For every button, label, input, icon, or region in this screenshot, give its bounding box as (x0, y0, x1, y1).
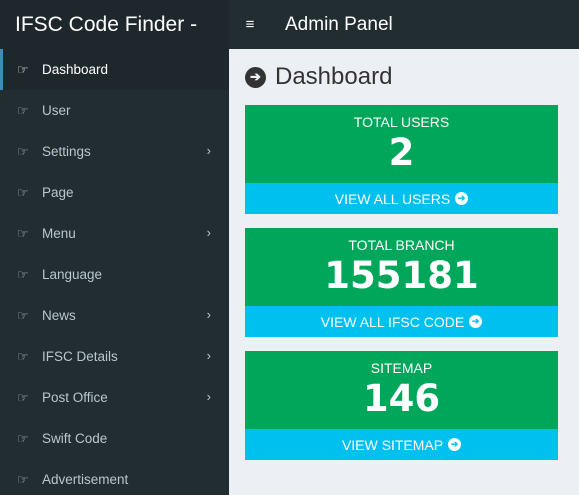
sidebar-item-label: Advertisement (42, 472, 129, 487)
chevron-right-icon: › (206, 307, 211, 322)
arrow-circle-right-icon: ➔ (448, 438, 462, 451)
card-link-label: VIEW ALL IFSC CODE (320, 313, 465, 330)
sidebar-item-advertisement[interactable]: ☞ Advertisement (0, 459, 229, 495)
sidebar-item-settings[interactable]: ☞ Settings › (0, 131, 229, 172)
arrow-circle-right-icon: ➔ (455, 192, 469, 205)
main-content: ➔ Dashboard TOTAL USERS 2 VIEW ALL USERS… (229, 49, 579, 495)
card-label: TOTAL USERS (353, 114, 450, 130)
hand-pointer-icon: ☞ (17, 266, 29, 282)
hand-pointer-icon: ☞ (17, 389, 29, 405)
card-value: 146 (362, 377, 441, 420)
sidebar-item-label: Menu (42, 226, 76, 241)
total-users-card: TOTAL USERS 2 VIEW ALL USERS ➔ (245, 105, 558, 214)
hand-pointer-icon: ☞ (17, 430, 29, 446)
sidebar-item-label: IFSC Details (42, 349, 118, 364)
sidebar-item-page[interactable]: ☞ Page (0, 172, 229, 213)
sidebar: ☞ Dashboard ☞ User ☞ Settings › ☞ Page ☞… (0, 49, 229, 495)
sidebar-item-user[interactable]: ☞ User (0, 90, 229, 131)
sidebar-item-news[interactable]: ☞ News › (0, 295, 229, 336)
sidebar-item-swift-code[interactable]: ☞ Swift Code (0, 418, 229, 459)
hand-pointer-icon: ☞ (17, 307, 29, 323)
view-all-ifsc-code-link[interactable]: VIEW ALL IFSC CODE ➔ (245, 306, 558, 337)
arrow-circle-right-icon: ➔ (469, 315, 483, 328)
top-navbar: IFSC Code Finder - ≡ Admin Panel (0, 0, 579, 49)
sidebar-item-label: Settings (42, 144, 91, 159)
hand-pointer-icon: ☞ (17, 184, 29, 200)
sitemap-card: SITEMAP 146 VIEW SITEMAP ➔ (245, 351, 558, 460)
card-value: 155181 (324, 254, 479, 297)
panel-title: Admin Panel (285, 13, 393, 35)
hamburger-icon: ≡ (245, 16, 255, 33)
card-link-label: VIEW SITEMAP (341, 436, 444, 453)
page-title: Dashboard (275, 63, 393, 90)
chevron-right-icon: › (206, 143, 211, 158)
card-label: TOTAL BRANCH (348, 237, 455, 253)
card-body: SITEMAP 146 (245, 351, 558, 429)
hand-pointer-icon: ☞ (17, 61, 29, 77)
sidebar-item-label: User (42, 103, 71, 118)
sidebar-item-language[interactable]: ☞ Language (0, 254, 229, 295)
chevron-right-icon: › (206, 348, 211, 363)
arrow-circle-right-icon: ➔ (245, 66, 266, 88)
sidebar-item-label: Language (42, 267, 103, 282)
hand-pointer-icon: ☞ (17, 471, 29, 487)
hand-pointer-icon: ☞ (17, 348, 29, 364)
card-body: TOTAL USERS 2 (245, 105, 558, 183)
hand-pointer-icon: ☞ (17, 225, 29, 241)
sidebar-item-label: Swift Code (42, 431, 108, 446)
total-branch-card: TOTAL BRANCH 155181 VIEW ALL IFSC CODE ➔ (245, 228, 558, 337)
view-sitemap-link[interactable]: VIEW SITEMAP ➔ (245, 429, 558, 460)
sidebar-item-ifsc-details[interactable]: ☞ IFSC Details › (0, 336, 229, 377)
sidebar-item-dashboard[interactable]: ☞ Dashboard (0, 49, 229, 90)
sidebar-item-label: Post Office (42, 390, 108, 405)
sidebar-item-label: News (42, 308, 76, 323)
card-value: 2 (388, 131, 415, 174)
hand-pointer-icon: ☞ (17, 143, 29, 159)
hand-pointer-icon: ☞ (17, 102, 29, 118)
sidebar-item-label: Page (42, 185, 74, 200)
card-link-label: VIEW ALL USERS (334, 190, 451, 207)
sidebar-item-label: Dashboard (42, 62, 109, 77)
chevron-right-icon: › (206, 225, 211, 240)
brand-logo[interactable]: IFSC Code Finder - (0, 0, 229, 49)
page-header: ➔ Dashboard (245, 63, 392, 91)
card-body: TOTAL BRANCH 155181 (245, 228, 558, 306)
card-label: SITEMAP (370, 360, 433, 376)
view-all-users-link[interactable]: VIEW ALL USERS ➔ (245, 183, 558, 214)
chevron-right-icon: › (206, 389, 211, 404)
sidebar-item-post-office[interactable]: ☞ Post Office › (0, 377, 229, 418)
sidebar-toggle-button[interactable]: ≡ (229, 0, 271, 49)
sidebar-item-menu[interactable]: ☞ Menu › (0, 213, 229, 254)
